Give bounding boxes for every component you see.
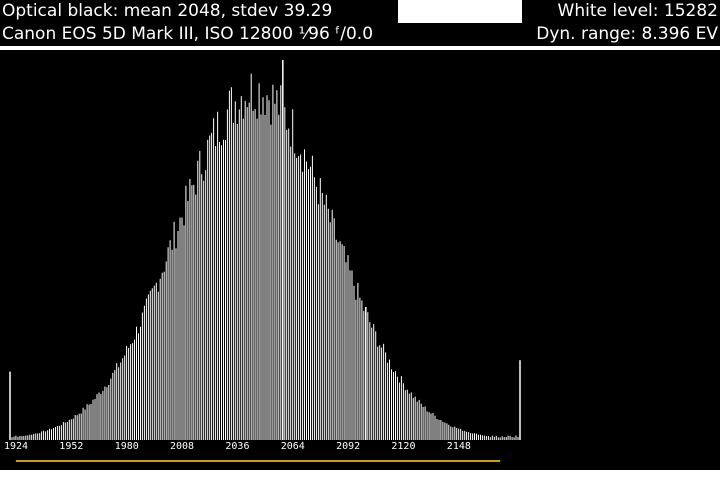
header-row-2: Canon EOS 5D Mark III, ISO 12800 ¹⁄96 ᶠ/… [0, 23, 720, 46]
dynamic-range-label: Dyn. range: 8.396 EV [534, 23, 720, 46]
header-row-1: Optical black: mean 2048, stdev 39.29 Wh… [0, 0, 720, 23]
x-tick-label: 2036 [225, 441, 249, 452]
x-tick-label: 2092 [336, 441, 360, 452]
histogram-chart: 1924 1952 1980 2008 2036 2064 2092 2120 2148 [4, 60, 521, 462]
histogram-panel: 1924 1952 1980 2008 2036 2064 2092 2120 2148 [0, 50, 720, 480]
camera-info-label: Canon EOS 5D Mark III, ISO 12800 ¹⁄96 ᶠ/… [0, 23, 376, 46]
header-highlight-block [398, 0, 522, 23]
x-tick-label: 1952 [59, 441, 83, 452]
x-tick-label: 1924 [4, 441, 28, 452]
x-tick-label: 2120 [391, 441, 415, 452]
x-tick-label: 1980 [115, 441, 139, 452]
white-level-label: White level: 15282 [555, 0, 720, 23]
optical-black-label: Optical black: mean 2048, stdev 39.29 [0, 0, 335, 23]
histogram-bars [9, 60, 521, 440]
x-tick-label: 2064 [281, 441, 305, 452]
x-tick-label: 2008 [170, 441, 194, 452]
x-axis-tick-labels: 1924 1952 1980 2008 2036 2064 2092 2120 2148 [4, 441, 471, 452]
bottom-bar [0, 470, 720, 480]
x-tick-label: 2148 [447, 441, 471, 452]
